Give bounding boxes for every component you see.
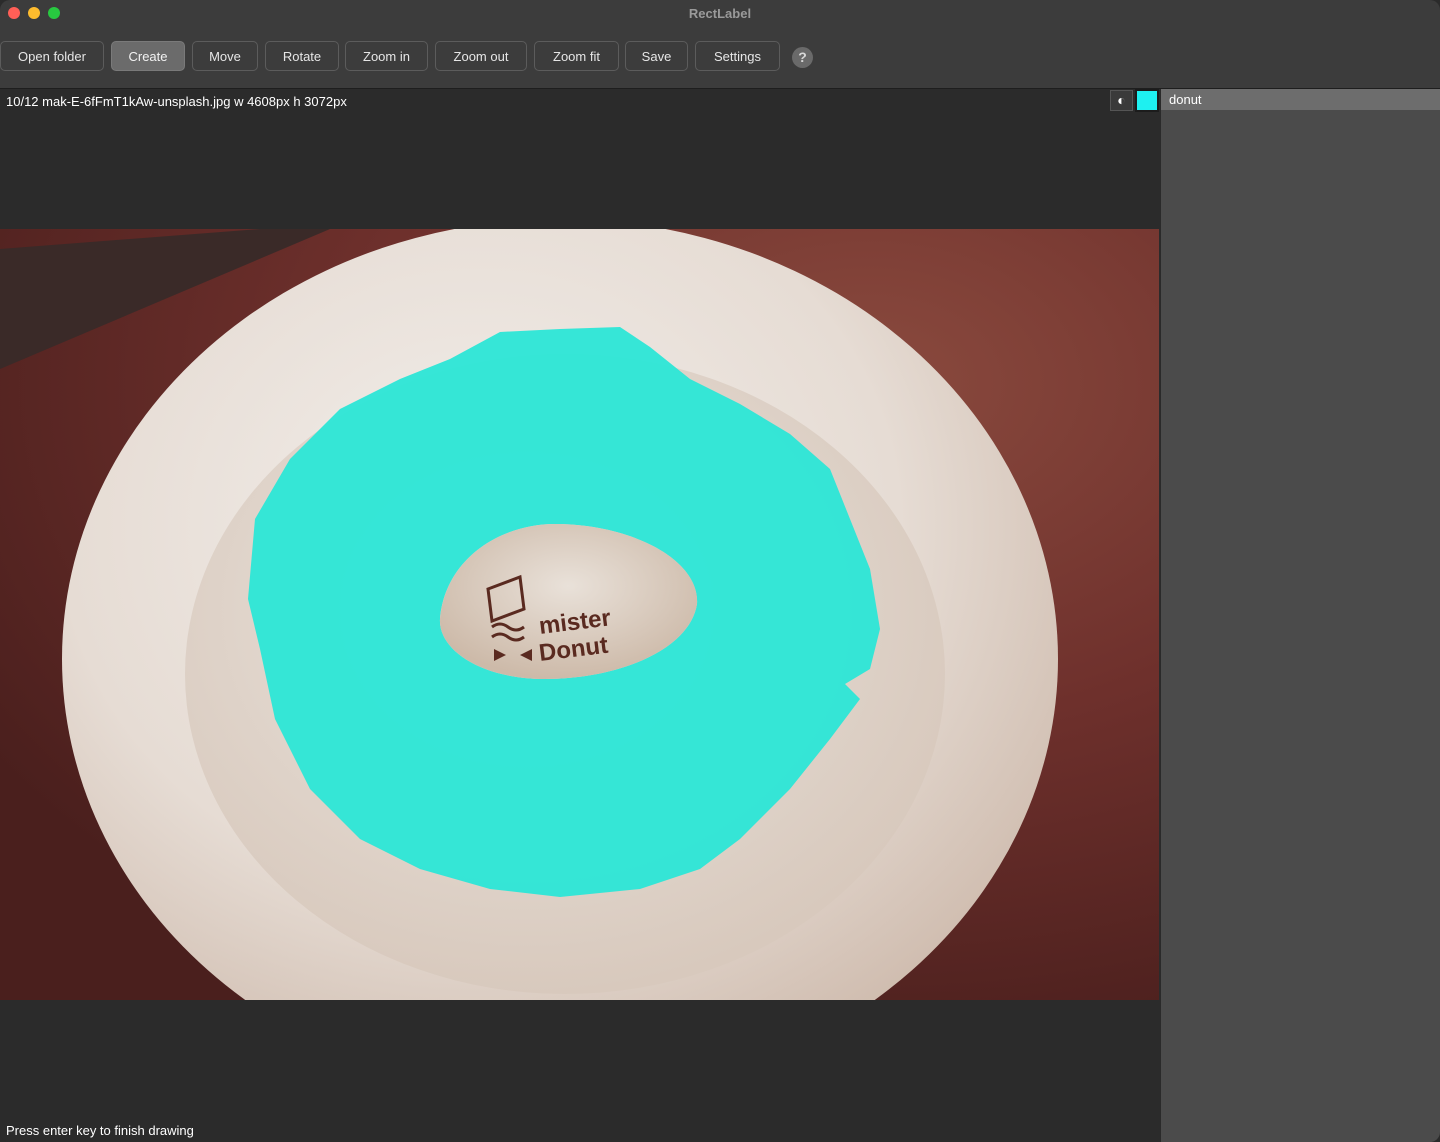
half-circle-icon[interactable]: ◐ (1110, 90, 1133, 111)
file-info-label: 10/12 mak-E-6fFmT1kAw-unsplash.jpg w 460… (6, 94, 347, 109)
zoom-fit-button[interactable]: Zoom fit (534, 41, 619, 71)
zoom-out-button[interactable]: Zoom out (435, 41, 527, 71)
label-color-swatch[interactable] (1135, 89, 1159, 112)
labels-panel: donut (1160, 89, 1440, 1142)
create-button[interactable]: Create (111, 41, 185, 71)
help-icon[interactable]: ? (792, 47, 813, 68)
rotate-button[interactable]: Rotate (265, 41, 339, 71)
image-canvas[interactable]: 10/12 mak-E-6fFmT1kAw-unsplash.jpg w 460… (0, 89, 1159, 1142)
label-item-name: donut (1169, 92, 1202, 107)
open-folder-button[interactable]: Open folder (0, 41, 104, 71)
settings-button[interactable]: Settings (695, 41, 780, 71)
status-message: Press enter key to finish drawing (6, 1123, 194, 1138)
title-bar: RectLabel Open folder Create Move Rotate… (0, 0, 1440, 89)
label-item-donut[interactable]: donut (1161, 89, 1440, 110)
zoom-in-button[interactable]: Zoom in (345, 41, 428, 71)
label-color-fill (1137, 91, 1157, 110)
save-button[interactable]: Save (625, 41, 688, 71)
window-title: RectLabel (688, 6, 752, 21)
app-window: RectLabel Open folder Create Move Rotate… (0, 0, 1440, 1142)
move-button[interactable]: Move (192, 41, 258, 71)
annotated-image[interactable]: mister Donut (0, 229, 1159, 1000)
donut-photo: mister Donut (0, 229, 1159, 1000)
